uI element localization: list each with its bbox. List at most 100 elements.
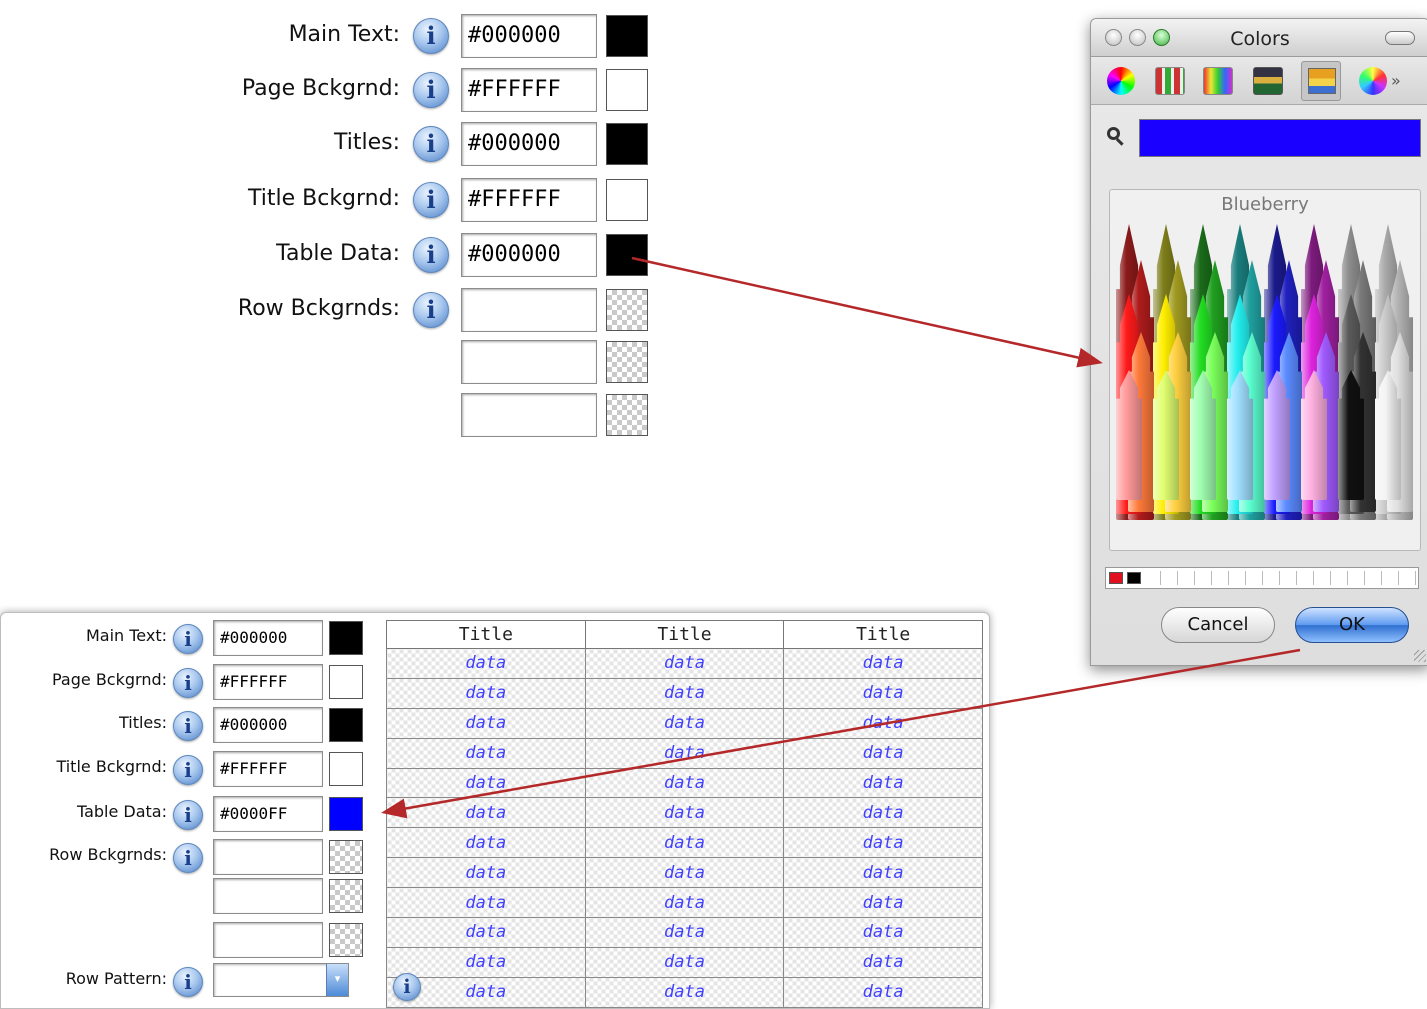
table-cell: data bbox=[584, 767, 785, 799]
crayon[interactable] bbox=[1153, 370, 1179, 500]
table-row: data data data bbox=[386, 887, 983, 919]
table-cell: data bbox=[386, 677, 586, 709]
top-row-label: Table Data: bbox=[276, 241, 400, 266]
row-background-field[interactable] bbox=[461, 393, 597, 437]
image-palettes-icon[interactable] bbox=[1253, 67, 1283, 95]
hex-color-field[interactable]: #000000 bbox=[213, 620, 323, 656]
info-icon[interactable]: i bbox=[173, 624, 203, 654]
hex-color-field[interactable]: #FFFFFF bbox=[461, 68, 597, 112]
info-icon[interactable]: i bbox=[413, 182, 449, 218]
table-cell: data bbox=[783, 976, 983, 1008]
hex-color-field[interactable]: #FFFFFF bbox=[213, 751, 323, 787]
column-header[interactable]: Title bbox=[386, 620, 586, 649]
color-swatch[interactable] bbox=[329, 797, 363, 831]
hex-color-field[interactable]: #000000 bbox=[461, 233, 597, 277]
color-swatch[interactable] bbox=[606, 179, 648, 221]
color-wheel-icon[interactable] bbox=[1107, 67, 1135, 95]
hex-color-field[interactable] bbox=[461, 288, 597, 332]
empty-swatches[interactable] bbox=[1144, 571, 1416, 585]
table-cell: data bbox=[584, 887, 785, 919]
row-background-swatch[interactable] bbox=[606, 341, 648, 383]
row-background-field[interactable] bbox=[213, 922, 323, 958]
color-swatch[interactable] bbox=[606, 289, 648, 331]
crayons-tab-selected[interactable] bbox=[1301, 61, 1341, 101]
info-icon[interactable]: i bbox=[413, 126, 449, 162]
row-pattern-info-icon[interactable]: i bbox=[173, 967, 203, 997]
table-cell: data bbox=[584, 737, 785, 769]
table-cell: data bbox=[783, 737, 983, 769]
selected-color-well[interactable] bbox=[1139, 119, 1421, 157]
crayon[interactable] bbox=[1338, 370, 1364, 500]
table-cell: data bbox=[584, 707, 785, 739]
cancel-button[interactable]: Cancel bbox=[1161, 607, 1275, 643]
hex-color-field[interactable]: #000000 bbox=[461, 14, 597, 58]
table-cell: data bbox=[584, 677, 785, 709]
table-cell: data bbox=[783, 827, 983, 859]
row-background-field[interactable] bbox=[461, 340, 597, 384]
color-swatch[interactable] bbox=[606, 15, 648, 57]
toolbar-toggle-button[interactable] bbox=[1385, 31, 1415, 45]
column-header[interactable]: Title bbox=[783, 620, 983, 649]
row-background-field[interactable] bbox=[213, 878, 323, 914]
color-swatch[interactable] bbox=[606, 123, 648, 165]
table-row: data data data bbox=[386, 857, 983, 889]
table-cell: data bbox=[386, 707, 586, 739]
crayon[interactable] bbox=[1190, 370, 1216, 500]
color-swatch[interactable] bbox=[329, 752, 363, 786]
color-spectrum-icon[interactable] bbox=[1359, 67, 1387, 95]
color-swatch[interactable] bbox=[606, 234, 648, 276]
color-swatch[interactable] bbox=[329, 665, 363, 699]
chevron-down-icon[interactable]: ▾ bbox=[326, 964, 348, 996]
column-header[interactable]: Title bbox=[584, 620, 785, 649]
info-icon[interactable]: i bbox=[413, 18, 449, 54]
info-icon[interactable]: i bbox=[173, 843, 203, 873]
color-palettes-icon[interactable] bbox=[1203, 67, 1233, 95]
table-info-icon[interactable]: i bbox=[393, 973, 421, 1001]
row-pattern-select[interactable]: ▾ bbox=[213, 963, 349, 997]
hex-color-field[interactable]: #000000 bbox=[461, 122, 597, 166]
row-background-swatch[interactable] bbox=[606, 394, 648, 436]
crayon[interactable] bbox=[1375, 370, 1401, 500]
magnifier-icon[interactable] bbox=[1107, 127, 1125, 146]
hex-color-field[interactable]: #FFFFFF bbox=[213, 664, 323, 700]
hex-color-field[interactable]: #FFFFFF bbox=[461, 178, 597, 222]
swatch-black[interactable] bbox=[1127, 572, 1141, 584]
color-swatch-strip[interactable] bbox=[1105, 567, 1419, 589]
info-icon[interactable]: i bbox=[413, 237, 449, 273]
swatch-red[interactable] bbox=[1109, 572, 1123, 584]
color-swatch[interactable] bbox=[329, 840, 363, 874]
color-swatch[interactable] bbox=[606, 69, 648, 111]
crayon-name: Blueberry bbox=[1221, 194, 1309, 215]
info-icon[interactable]: i bbox=[173, 755, 203, 785]
ok-button[interactable]: OK bbox=[1295, 607, 1409, 643]
color-sliders-icon[interactable] bbox=[1155, 67, 1185, 95]
crayon[interactable] bbox=[1301, 370, 1327, 500]
row-background-swatch[interactable] bbox=[329, 923, 363, 957]
resize-grip[interactable] bbox=[1414, 650, 1426, 662]
info-icon[interactable]: i bbox=[413, 292, 449, 328]
bottom-row-label: Main Text: bbox=[85, 626, 167, 645]
info-icon[interactable]: i bbox=[173, 800, 203, 830]
color-swatch[interactable] bbox=[329, 621, 363, 655]
table-cell: data bbox=[386, 827, 586, 859]
color-picker-toolbar: » bbox=[1091, 57, 1427, 105]
more-tabs-icon[interactable]: » bbox=[1391, 71, 1401, 90]
hex-color-field[interactable] bbox=[213, 839, 323, 875]
table-cell: data bbox=[386, 917, 586, 948]
info-icon[interactable]: i bbox=[173, 668, 203, 698]
colors-window-titlebar[interactable]: Colors bbox=[1091, 19, 1427, 57]
top-row-label: Row Bckgrnds: bbox=[237, 296, 400, 321]
table-cell: data bbox=[386, 946, 586, 978]
crayon[interactable] bbox=[1264, 370, 1290, 500]
color-swatch[interactable] bbox=[329, 708, 363, 742]
row-background-swatch[interactable] bbox=[329, 879, 363, 913]
table-cell: data bbox=[783, 857, 983, 889]
table-cell: data bbox=[584, 946, 785, 978]
table-cell: data bbox=[783, 767, 983, 799]
info-icon[interactable]: i bbox=[173, 711, 203, 741]
hex-color-field[interactable]: #0000FF bbox=[213, 796, 323, 832]
crayon[interactable] bbox=[1227, 370, 1253, 500]
crayon[interactable] bbox=[1116, 370, 1142, 500]
hex-color-field[interactable]: #000000 bbox=[213, 707, 323, 743]
info-icon[interactable]: i bbox=[413, 72, 449, 108]
